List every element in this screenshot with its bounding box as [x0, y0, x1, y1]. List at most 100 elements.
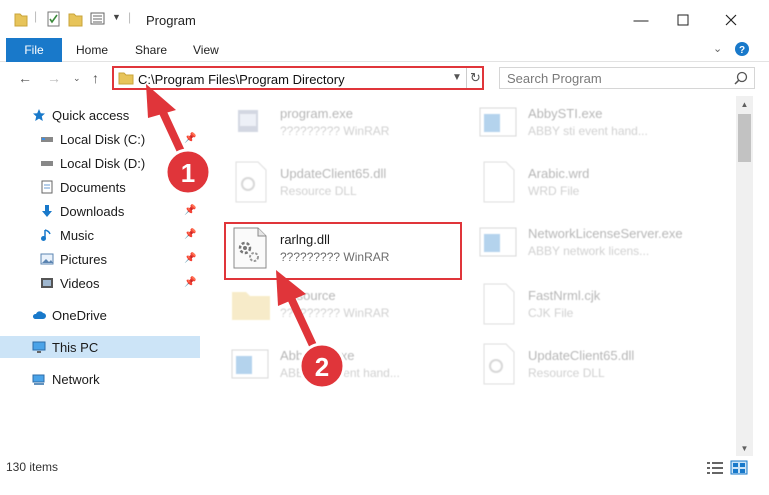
- sidebar-item-documents[interactable]: Documents 📌: [0, 176, 200, 198]
- file-name: AbbySTI.exe: [280, 348, 355, 363]
- folder-icon: [232, 292, 270, 320]
- file-description: Resource DLL: [528, 366, 605, 380]
- sidebar-item-this-pc[interactable]: This PC: [0, 336, 200, 358]
- sidebar-item-videos[interactable]: Videos 📌: [0, 272, 200, 294]
- file-item-abbysti-exe[interactable]: AbbySTI.exe ABBY sti event hand...: [478, 96, 718, 148]
- tab-home[interactable]: Home: [76, 43, 108, 57]
- file-description: ????????? WinRAR: [280, 306, 390, 320]
- pin-icon[interactable]: 📌: [184, 277, 196, 288]
- file-name: Arabic.wrd: [528, 166, 590, 181]
- music-icon: [41, 229, 51, 241]
- properties-icon[interactable]: [46, 11, 62, 27]
- navigation-bar: ← → ⌄ ↑ C:\Program Files\Program Directo…: [0, 62, 769, 94]
- sidebar-item-local-disk-d[interactable]: Local Disk (D:) 📌: [0, 152, 200, 174]
- vertical-scrollbar[interactable]: ▲ ▼: [736, 96, 753, 456]
- folder-icon: [14, 13, 28, 27]
- dll-file-icon: [483, 343, 515, 385]
- address-bar[interactable]: C:\Program Files\Program Directory ▼ ↻: [112, 66, 484, 90]
- sidebar-item-downloads[interactable]: Downloads 📌: [0, 200, 200, 222]
- file-description: ABBY sti event hand...: [280, 366, 400, 380]
- file-item-updateclient65-dll[interactable]: UpdateClient65.dll Resource DLL: [230, 156, 470, 208]
- file-name: UpdateClient65.dll: [528, 348, 635, 363]
- pin-icon[interactable]: 📌: [184, 229, 196, 240]
- folder-icon: [118, 72, 134, 85]
- pin-icon[interactable]: 📌: [184, 205, 196, 216]
- file-item-updateclient65-dll-2[interactable]: UpdateClient65.dll Resource DLL: [478, 338, 718, 390]
- file-description: ABBY sti event hand...: [528, 124, 648, 138]
- customize-toolbar-chevron-icon[interactable]: ▼: [112, 12, 121, 22]
- highlight-box-rarlng: [224, 222, 462, 280]
- ribbon: File Home Share View ⌄ ?: [0, 38, 769, 62]
- file-item-arabic-wrd[interactable]: Arabic.wrd WRD File: [478, 156, 718, 208]
- tab-file[interactable]: File: [6, 38, 62, 62]
- navigation-pane: Quick access Local Disk (C:) 📌 Local Dis…: [0, 96, 206, 454]
- sidebar-item-label: Quick access: [52, 108, 130, 123]
- sidebar-item-network[interactable]: Network: [0, 368, 200, 390]
- details-view-icon[interactable]: [706, 460, 724, 475]
- file-item-fastnrml-cjk[interactable]: FastNrml.cjk CJK File: [478, 278, 718, 330]
- address-dropdown-icon[interactable]: ▼: [452, 72, 462, 83]
- sidebar-item-quick-access[interactable]: Quick access: [0, 104, 200, 126]
- sidebar-item-local-disk-c[interactable]: Local Disk (C:) 📌: [0, 128, 200, 150]
- sidebar-item-label: Local Disk (D:): [60, 156, 146, 171]
- up-arrow-icon[interactable]: ↑: [92, 70, 99, 86]
- exe-file-icon: [231, 349, 269, 379]
- large-icons-view-icon[interactable]: [730, 460, 748, 475]
- file-name: Resource: [280, 288, 336, 303]
- exe-file-icon: [238, 110, 258, 132]
- forward-arrow-icon[interactable]: →: [47, 70, 61, 86]
- help-icon[interactable]: ?: [734, 41, 750, 57]
- drive-icon: [41, 137, 53, 142]
- exe-file-icon: [479, 227, 517, 257]
- refresh-icon[interactable]: ↻: [466, 68, 484, 88]
- address-path: C:\Program Files\Program Directory: [138, 72, 345, 87]
- expand-ribbon-chevron-icon[interactable]: ⌄: [713, 42, 722, 55]
- pin-icon[interactable]: 📌: [184, 181, 196, 192]
- sidebar-item-pictures[interactable]: Pictures 📌: [0, 248, 200, 270]
- minimize-button[interactable]: —: [626, 8, 656, 32]
- sidebar-item-label: Downloads: [60, 204, 125, 219]
- file-item-program-exe[interactable]: program.exe ????????? WinRAR: [230, 96, 470, 148]
- scroll-up-icon[interactable]: ▲: [736, 96, 753, 112]
- file-item-abbysti-exe-2[interactable]: AbbySTI.exe ABBY sti event hand...: [230, 338, 470, 390]
- separator: |: [128, 10, 132, 24]
- scroll-down-icon[interactable]: ▼: [736, 440, 753, 456]
- new-folder-icon[interactable]: [68, 11, 84, 27]
- sidebar-item-label: OneDrive: [52, 308, 107, 323]
- file-name: NetworkLicenseServer.exe: [528, 226, 683, 241]
- file-name: AbbySTI.exe: [528, 106, 603, 121]
- status-bar: 130 items: [0, 456, 769, 480]
- generic-file-icon: [483, 161, 515, 203]
- view-options-icon[interactable]: [90, 11, 110, 27]
- search-placeholder: Search Program: [507, 71, 602, 86]
- sidebar-item-label: Local Disk (C:): [60, 132, 146, 147]
- sidebar-item-label: Videos: [60, 276, 100, 291]
- network-icon: [32, 374, 45, 385]
- pin-icon[interactable]: 📌: [184, 157, 196, 168]
- download-icon: [42, 205, 52, 217]
- search-icon[interactable]: [734, 71, 748, 85]
- search-input[interactable]: Search Program: [499, 67, 755, 89]
- file-item-resource[interactable]: Resource ????????? WinRAR: [230, 278, 470, 330]
- scrollbar-thumb[interactable]: [738, 114, 751, 162]
- back-arrow-icon[interactable]: ←: [18, 70, 32, 86]
- maximize-button[interactable]: [668, 8, 698, 32]
- file-description: ABBY network licens...: [528, 244, 650, 258]
- generic-file-icon: [483, 283, 515, 325]
- sidebar-item-label: This PC: [52, 340, 99, 355]
- window-title: Program: [146, 13, 196, 28]
- tab-view[interactable]: View: [193, 43, 219, 57]
- close-button[interactable]: [716, 8, 746, 32]
- drive-icon: [41, 161, 53, 166]
- recent-locations-chevron-icon[interactable]: ⌄: [73, 73, 81, 84]
- items-count: 130 items: [6, 460, 59, 474]
- sidebar-item-label: Pictures: [60, 252, 107, 267]
- sidebar-item-onedrive[interactable]: OneDrive: [0, 304, 200, 326]
- title-bar: | ▼ | Program —: [0, 0, 769, 38]
- pin-icon[interactable]: 📌: [184, 133, 196, 144]
- file-description: WRD File: [528, 184, 580, 198]
- tab-share[interactable]: Share: [135, 43, 167, 57]
- pin-icon[interactable]: 📌: [184, 253, 196, 264]
- file-item-networklicenseserver-exe[interactable]: NetworkLicenseServer.exe ABBY network li…: [478, 216, 718, 268]
- sidebar-item-music[interactable]: Music 📌: [0, 224, 200, 246]
